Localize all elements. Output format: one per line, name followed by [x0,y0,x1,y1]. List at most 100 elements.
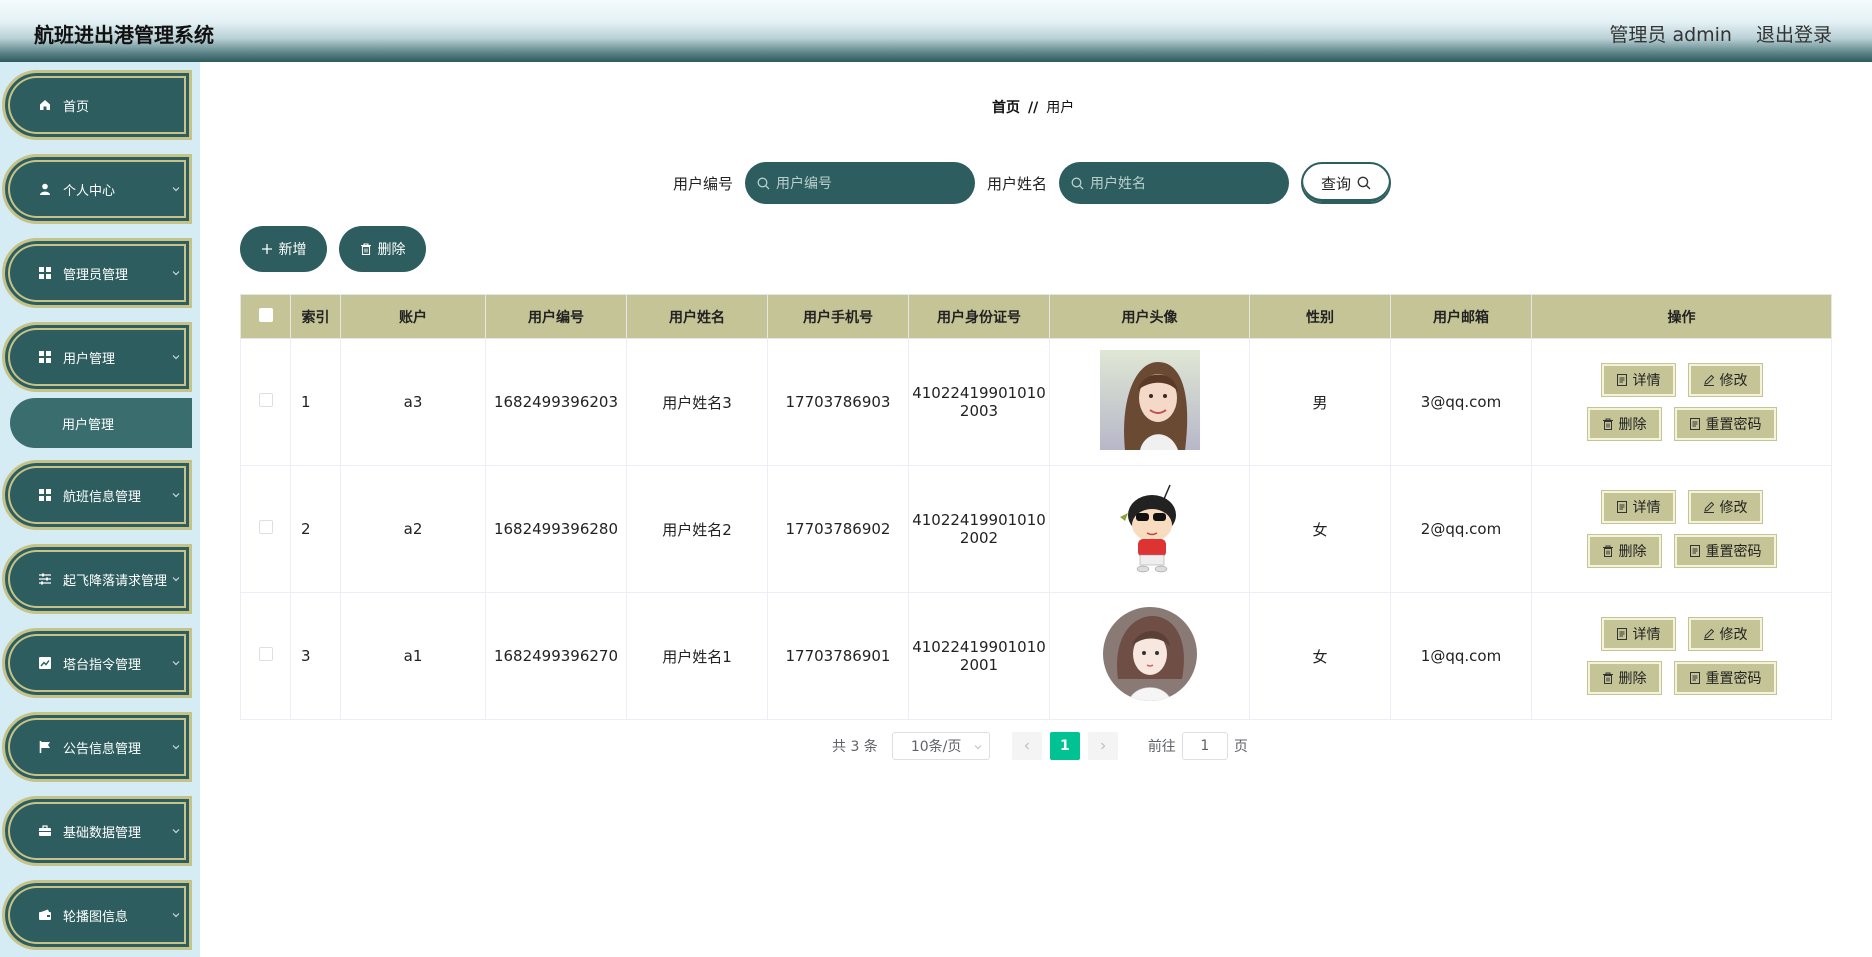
detail-button[interactable]: 详情 [1600,617,1676,651]
chevron-down-icon [172,577,180,582]
chevron-down-icon [172,661,180,666]
user-code-input[interactable]: 用户编号 [745,162,976,204]
row-checkbox[interactable] [258,393,273,407]
illustrated-girl-avatar[interactable] [1100,604,1200,704]
column-header: 用户身份证号 [908,294,1050,339]
chevron-down-icon [172,493,180,498]
app-title: 航班进出港管理系统 [34,23,214,47]
reset-password-button[interactable]: 重置密码 [1673,534,1777,568]
plus-icon [261,244,272,254]
sidebar-item-user-management[interactable]: 用户管理 [2,322,192,392]
phone-cell: 17703786901 [767,592,909,720]
sidebar-item-home[interactable]: 首页 [2,70,192,140]
breadcrumb: 首页 // 用户 [992,97,1074,117]
edit-button-label: 修改 [1719,500,1748,516]
user-icon [37,181,53,197]
sidebar-item-announcement[interactable]: 公告信息管理 [2,712,192,782]
user-code-label: 用户编号 [673,174,734,193]
sidebar-item-label: 个人中心 [63,183,116,199]
phone-cell: 17703786903 [767,338,909,466]
sidebar-item-tower-command[interactable]: 塔台指令管理 [2,628,192,698]
document-icon [1689,545,1700,557]
column-header: 账户 [340,294,486,339]
row-checkbox[interactable] [258,520,273,534]
breadcrumb-separator: // [1028,100,1039,116]
edit-button[interactable]: 修改 [1687,363,1763,397]
reset-password-button[interactable]: 重置密码 [1673,661,1777,695]
column-header: 用户手机号 [767,294,909,339]
breadcrumb-home[interactable]: 首页 [992,100,1020,116]
sidebar-item-flight-info[interactable]: 航班信息管理 [2,460,192,530]
delete-button[interactable]: 删除 [1586,661,1662,695]
sidebar-subitem-user-management[interactable]: 用户管理 [10,398,192,448]
user-name-label: 用户姓名 [987,174,1048,193]
page-size-select[interactable]: 10条/页 [891,732,990,760]
sidebar-item-basic-data[interactable]: 基础数据管理 [2,796,192,866]
photo-girl-avatar[interactable] [1099,350,1200,450]
chevron-down-icon [974,745,982,750]
document-icon [1689,418,1700,430]
select-all-checkbox[interactable] [258,307,273,322]
query-button-label: 查询 [1321,174,1352,193]
sidebar-item-personal-center[interactable]: 个人中心 [2,154,192,224]
column-header: 用户编号 [485,294,627,339]
grid-icon [37,349,53,365]
prev-page-button[interactable] [1011,732,1042,760]
next-page-button[interactable] [1087,732,1118,760]
index-cell: 1 [290,338,341,466]
wallet-icon [37,907,53,923]
table-row: 1 a3 1682499396203 用户姓名3 17703786903 410… [240,338,1832,466]
delete-button[interactable]: 删除 [1586,534,1662,568]
sidebar-item-admin-management[interactable]: 管理员管理 [2,238,192,308]
id-card-line: 2001 [959,656,999,674]
row-checkbox[interactable] [258,647,273,661]
search-icon [1071,177,1084,189]
select-all-header [240,294,291,339]
page-number-current[interactable]: 1 [1049,732,1080,760]
account-cell: a2 [340,465,486,593]
current-user-label[interactable]: 管理员 admin [1609,20,1732,47]
query-button[interactable]: 查询 [1301,162,1392,204]
batch-delete-button[interactable]: 删除 [339,226,426,272]
page-size-value: 10条/页 [910,739,962,755]
edit-button[interactable]: 修改 [1687,617,1763,651]
user-name-placeholder: 用户姓名 [1090,176,1147,192]
sidebar-item-label: 塔台指令管理 [63,657,142,673]
trash-icon [1602,418,1613,430]
detail-button-label: 详情 [1632,373,1661,389]
document-icon [1616,501,1627,513]
edit-button-label: 修改 [1719,373,1748,389]
avatar-cell [1049,465,1250,593]
id-card-line: 41022419901010 [912,638,1046,656]
trash-icon [1602,545,1613,557]
account-cell: a3 [340,338,486,466]
chart-icon [37,655,53,671]
operations-cell: 详情 修改 删除 重置密码 [1531,465,1832,593]
flag-icon [37,739,53,755]
row-select-cell [240,465,291,593]
user-code-cell: 1682499396270 [485,592,627,720]
detail-button[interactable]: 详情 [1600,490,1676,524]
account-cell: a1 [340,592,486,720]
edit-button-label: 修改 [1719,627,1748,643]
user-name-input[interactable]: 用户姓名 [1059,162,1290,204]
edit-button[interactable]: 修改 [1687,490,1763,524]
sidebar-item-carousel[interactable]: 轮播图信息 [2,880,192,950]
delete-button-label: 删除 [1618,417,1647,433]
reset-password-button[interactable]: 重置密码 [1673,407,1777,441]
reset-password-button-label: 重置密码 [1705,417,1762,433]
add-button[interactable]: 新增 [240,226,327,272]
logout-link[interactable]: 退出登录 [1756,20,1832,47]
chevron-down-icon [172,187,180,192]
operations-cell: 详情 修改 删除 重置密码 [1531,592,1832,720]
detail-button[interactable]: 详情 [1600,363,1676,397]
row-select-cell [240,338,291,466]
sidebar-item-takeoff-landing[interactable]: 起飞降落请求管理 [2,544,192,614]
cartoon-boy-avatar[interactable] [1099,477,1200,577]
goto-page-input[interactable]: 1 [1181,732,1228,760]
add-button-label: 新增 [278,242,307,258]
index-cell: 2 [290,465,341,593]
delete-button[interactable]: 删除 [1586,407,1662,441]
search-icon [1357,176,1371,190]
pagination-total: 共 3 条 [832,739,878,755]
